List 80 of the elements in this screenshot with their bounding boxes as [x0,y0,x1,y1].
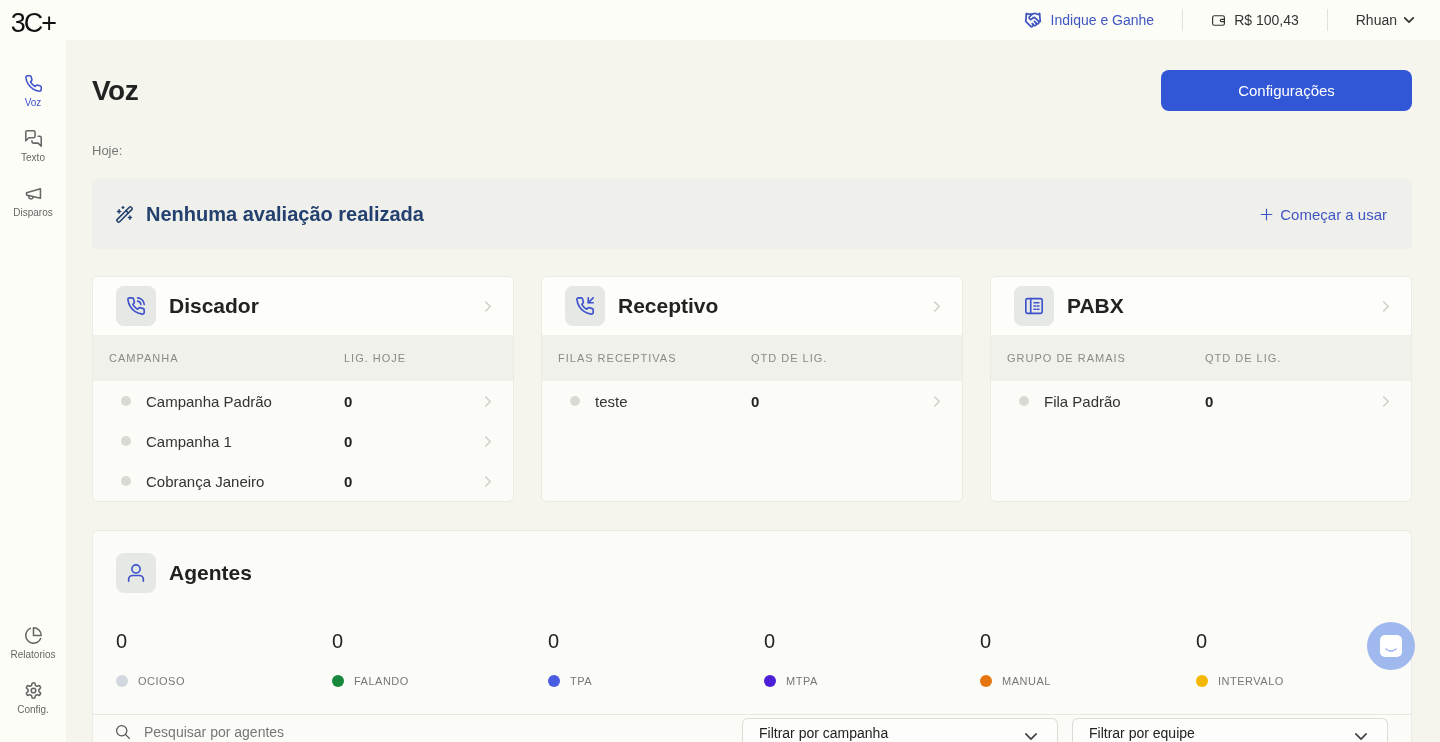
status-dot-icon [121,476,131,486]
table-cell-text: 0 [344,432,354,450]
filter-select[interactable]: Filtrar por equipe [1072,718,1388,742]
stat-label: OCIOSO [138,675,185,687]
column-header: QTD DE LIG. [751,352,829,364]
settings-icon [24,682,42,699]
chevron-down-icon [1025,733,1037,740]
user-icon [116,553,156,593]
card-title: PABX [1067,294,1124,318]
balance-amount: R$ 100,43 [1234,12,1299,28]
column-header: QTD DE LIG. [1205,352,1283,364]
chevron-down-icon [1355,733,1367,740]
stat-value: 0 [116,629,128,653]
chevron-right-icon[interactable] [1383,300,1389,312]
search-icon [116,725,130,739]
stat-value: 0 [980,629,992,653]
table-cell-text: 0 [344,392,354,410]
table-cell: Campanha Padrão [146,392,272,410]
plus-icon [1260,207,1274,221]
table-cell-text: 0 [751,392,761,410]
chevron-right-icon[interactable] [934,300,940,312]
phone-signal-icon [116,286,156,326]
table-cell: Cobrança Janeiro [146,472,265,490]
wallet-icon [1211,13,1227,27]
chevron-right-icon[interactable] [934,395,940,407]
sidebar-item[interactable]: Voz [24,75,42,109]
pie-chart-icon [24,627,42,644]
chevron-right-icon[interactable] [485,435,491,447]
table-cell-text: 0 [344,472,354,490]
stat-value: 0 [1196,629,1208,653]
page-title: Voz [92,74,139,107]
status-dot-icon [1019,396,1029,406]
handshake-icon [1022,12,1043,28]
logo[interactable]: 3C+ [10,8,56,38]
stat-label: INTERVALO [1218,675,1284,687]
column-header: GRUPO DE RAMAIS [1007,352,1127,364]
megaphone-icon [24,185,42,202]
chevron-right-icon[interactable] [1383,395,1389,407]
chat-icon [1380,635,1402,657]
table-cell: Fila Padrão [1044,392,1121,410]
stat-label: FALANDO [354,675,409,687]
sidebar-item[interactable]: Relatorios [10,627,56,661]
stat-value: 0 [764,629,776,653]
magic-wand-icon [116,205,133,223]
column-header: CAMPANHA [109,352,180,364]
stat-label: MANUAL [1002,675,1051,687]
card-title: Agentes [169,561,252,585]
stat-label: MTPA [786,675,818,687]
stat-label: TPA [570,675,593,687]
banner-message: Nenhuma avaliação realizada [146,202,424,226]
chevron-right-icon[interactable] [485,395,491,407]
sidebar-item[interactable]: Disparos [13,185,53,219]
status-dot-icon [570,396,580,406]
table-cell-text: 0 [1205,392,1215,410]
fax-machine-icon [1014,286,1054,326]
sidebar-item[interactable]: Config. [17,682,49,716]
settings-button[interactable]: Configurações [1161,70,1412,111]
phone-incoming-icon [565,286,605,326]
stat-value: 0 [548,629,560,653]
card-title: Receptivo [618,294,719,318]
user-menu-button[interactable]: Rhuan [1355,12,1414,28]
start-using-link[interactable]: Começar a usar [1260,205,1387,223]
search-field[interactable]: Pesquisar por agentes [144,723,404,741]
date-label: Hoje: [92,143,123,159]
chat-bubbles-icon [24,130,42,147]
table-cell: teste [595,392,628,410]
phone-icon [24,75,42,92]
sidebar-item[interactable]: Texto [21,130,45,164]
card-title: Discador [169,294,259,318]
status-dot-icon [121,396,131,406]
status-dot-icon [121,436,131,446]
column-header: LIG. HOJE [344,352,408,364]
chevron-right-icon[interactable] [485,475,491,487]
filter-select[interactable]: Filtrar por campanha [742,718,1058,742]
chevron-down-icon [1404,17,1414,23]
column-header: FILAS RECEPTIVAS [558,352,678,364]
referral-link[interactable]: Indique e Ganhe [1022,12,1155,28]
chevron-right-icon[interactable] [485,300,491,312]
table-cell: Campanha 1 [146,432,232,450]
stat-value: 0 [332,629,344,653]
